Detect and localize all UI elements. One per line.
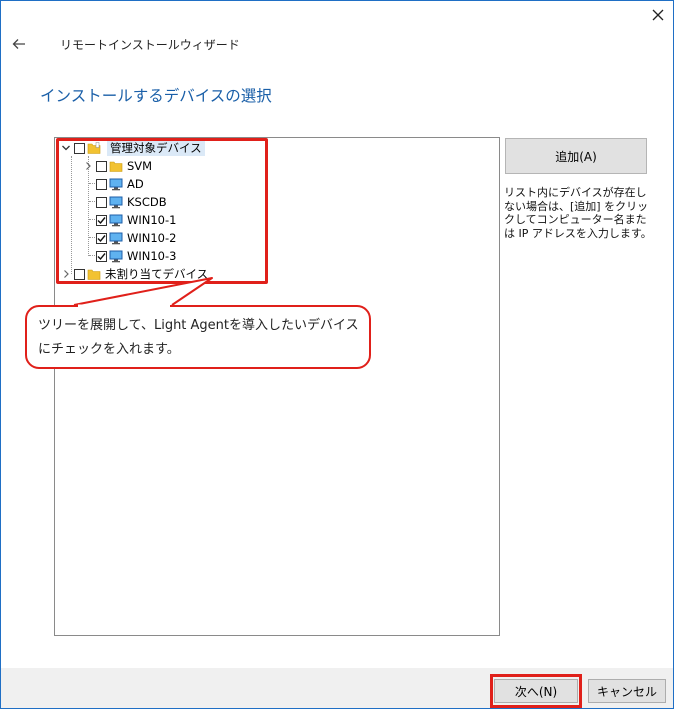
annotation-callout-text: ツリーを展開して、Light Agentを導入したいデバイスにチェックを入れます… xyxy=(38,318,359,357)
add-device-button[interactable]: 追加(A) xyxy=(505,138,647,174)
add-help-text: リスト内にデバイスが存在しない場合は、[追加] をクリックしてコンピューター名ま… xyxy=(504,186,652,240)
cancel-button[interactable]: キャンセル xyxy=(588,679,666,703)
next-button[interactable]: 次へ(N) xyxy=(494,679,578,703)
